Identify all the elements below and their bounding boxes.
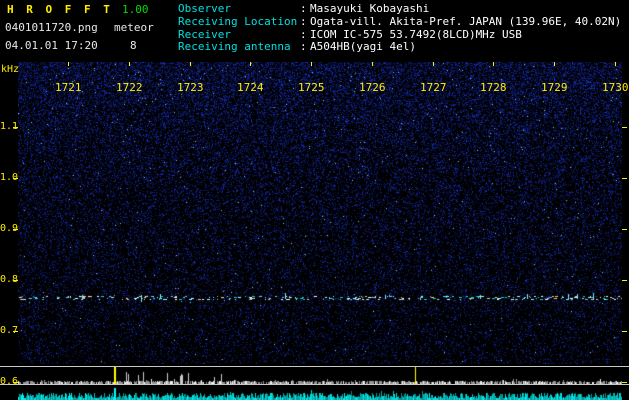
- freq-label: 1.0: [0, 172, 19, 183]
- time-tick: [311, 62, 312, 66]
- freq-label: 0.9: [0, 223, 19, 234]
- freq-label: 0.7: [0, 325, 19, 336]
- freq-tick-right: [622, 229, 627, 230]
- time-tick: [554, 62, 555, 66]
- freq-tick-right: [622, 280, 627, 281]
- time-tick: [68, 62, 69, 66]
- time-tick: [433, 62, 434, 66]
- time-tick: [372, 62, 373, 66]
- hrofft-window: H R O F F T 1.00 0401011720.png meteor 0…: [0, 0, 629, 400]
- level-band-bottom-line: [0, 384, 629, 385]
- station-info: Observer : Masayuki Kobayashi Receiving …: [178, 3, 621, 54]
- info-value: Ogata-vill. Akita-Pref. JAPAN (139.96E, …: [310, 14, 622, 28]
- time-label: 1722: [116, 81, 143, 94]
- info-label: Receiving antenna: [178, 40, 291, 54]
- freq-label: 0.8: [0, 274, 19, 285]
- freq-tick-right: [622, 178, 627, 179]
- echo-count: 8: [130, 39, 137, 52]
- time-label: 1723: [177, 81, 204, 94]
- time-label: 1721: [55, 81, 82, 94]
- freq-tick-right: [622, 127, 627, 128]
- time-tick: [615, 62, 616, 66]
- info-row-antenna: Receiving antenna : A504HB(yagi 4el): [178, 41, 621, 54]
- info-value: A504HB(yagi 4el): [310, 40, 416, 54]
- info-row-location: Receiving Location : Ogata-vill. Akita-P…: [178, 14, 622, 29]
- time-label: 1728: [480, 81, 507, 94]
- freq-tick-left: [13, 229, 18, 230]
- freq-tick-right: [622, 331, 627, 332]
- audio-trace-canvas: [18, 386, 622, 400]
- app-title: H R O F F T: [7, 3, 113, 16]
- time-label: 1729: [541, 81, 568, 94]
- time-label: 1725: [298, 81, 325, 94]
- output-filename: 0401011720.png: [5, 21, 98, 34]
- time-tick: [250, 62, 251, 66]
- datetime-label: 04.01.01 17:20: [5, 39, 98, 52]
- freq-tick-left: [13, 382, 18, 383]
- spectrogram-noise-canvas: [18, 62, 622, 364]
- freq-tick-right: [622, 382, 627, 383]
- info-row-observer: Observer : Masayuki Kobayashi: [178, 3, 621, 16]
- info-colon: :: [300, 14, 307, 28]
- freq-axis-unit: kHz: [1, 64, 20, 75]
- info-label: Observer: [178, 2, 231, 15]
- mode-label: meteor: [114, 21, 154, 34]
- time-label: 1730: [602, 81, 629, 94]
- time-tick: [190, 62, 191, 66]
- freq-tick-left: [13, 127, 18, 128]
- freq-tick-left: [13, 331, 18, 332]
- info-colon: :: [300, 40, 307, 54]
- freq-tick-left: [13, 280, 18, 281]
- signal-level-canvas: [18, 367, 622, 384]
- time-label: 1724: [237, 81, 264, 94]
- freq-label: 1.1: [0, 121, 19, 132]
- time-label: 1727: [420, 81, 447, 94]
- info-label: Receiving Location: [178, 14, 298, 28]
- app-version: 1.00: [122, 3, 149, 16]
- time-tick: [129, 62, 130, 66]
- freq-tick-left: [13, 178, 18, 179]
- spectrogram-plot-area: [18, 62, 622, 364]
- info-value: Masayuki Kobayashi: [310, 2, 430, 15]
- time-tick: [493, 62, 494, 66]
- freq-label: 0.6: [0, 376, 19, 387]
- info-colon: :: [300, 2, 307, 15]
- time-label: 1726: [359, 81, 386, 94]
